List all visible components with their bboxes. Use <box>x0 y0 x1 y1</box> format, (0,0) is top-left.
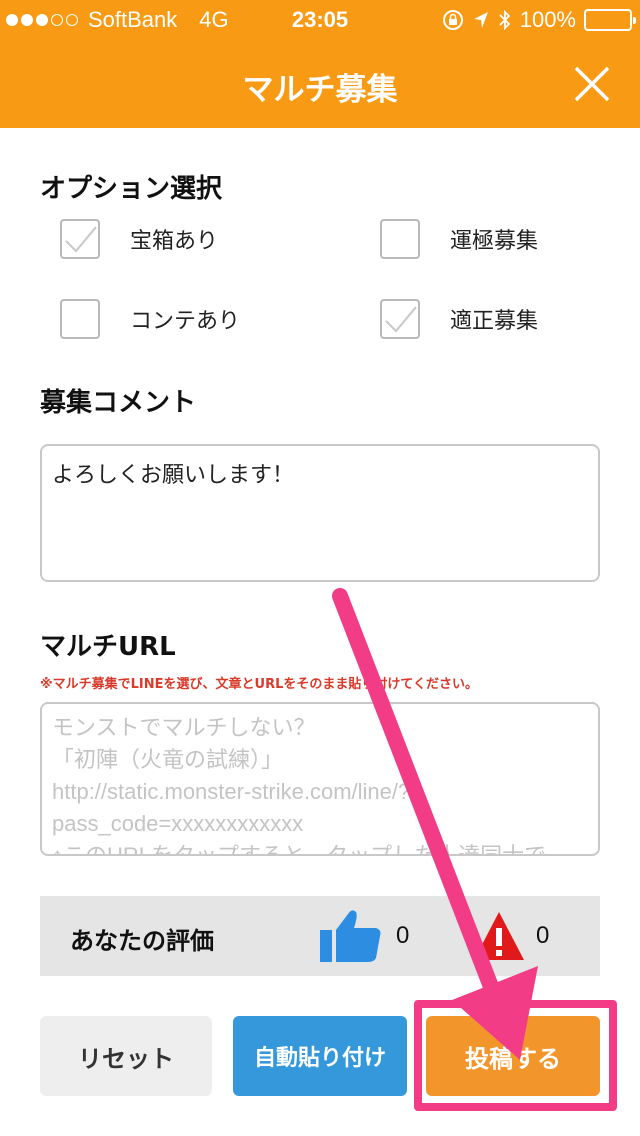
nav-bar: マルチ募集 <box>0 40 640 128</box>
checkbox-tekisei[interactable] <box>380 299 420 339</box>
multi-url-input[interactable]: モンストでマルチしない？ 「初陣（火竜の試練）」 http://static.m… <box>40 702 600 856</box>
checkbox-unkyoku[interactable] <box>380 219 420 259</box>
option-tekisei[interactable]: 適正募集 <box>380 299 620 339</box>
battery-icon <box>584 9 636 31</box>
status-right: 100% <box>442 7 636 33</box>
options-title: オプション選択 <box>40 174 223 204</box>
option-label: 適正募集 <box>450 309 539 334</box>
battery-percent: 100% <box>519 7 576 32</box>
multi-url-note: ※マルチ募集でLINEを選び、文章とURLをそのまま貼り付けてください。 <box>40 677 478 692</box>
option-label: コンテあり <box>130 309 241 334</box>
option-continue[interactable]: コンテあり <box>60 299 300 339</box>
good-count: 0 <box>396 922 410 949</box>
check-icon <box>385 306 417 333</box>
checkbox-continue[interactable] <box>60 299 100 339</box>
rating-bar: あなたの評価 0 0 <box>40 896 600 976</box>
comment-title: 募集コメント <box>40 388 197 418</box>
multi-url-title: マルチURL <box>40 632 176 662</box>
reset-button[interactable]: リセット <box>40 1016 212 1096</box>
rotation-lock-icon <box>442 10 463 30</box>
option-label: 運極募集 <box>450 229 539 254</box>
post-button[interactable]: 投稿する <box>426 1016 600 1096</box>
check-icon <box>65 226 97 253</box>
close-icon <box>574 66 610 102</box>
bluetooth-icon <box>499 9 510 31</box>
status-bar: SoftBank 4G 23:05 100% <box>0 0 640 40</box>
option-label: 宝箱あり <box>130 229 219 254</box>
bad-rating-icon[interactable] <box>472 910 526 962</box>
checkbox-treasure[interactable] <box>60 219 100 259</box>
close-button[interactable] <box>572 64 612 104</box>
thumbs-up-icon[interactable] <box>320 908 382 964</box>
comment-input[interactable]: よろしくお願いします！ <box>40 444 600 582</box>
option-unkyoku[interactable]: 運極募集 <box>380 219 620 259</box>
auto-paste-button[interactable]: 自動貼り付け <box>233 1016 407 1096</box>
page-title: マルチ募集 <box>242 72 398 108</box>
option-treasure[interactable]: 宝箱あり <box>60 219 300 259</box>
bad-count: 0 <box>536 922 550 949</box>
location-icon <box>473 12 488 28</box>
rating-label: あなたの評価 <box>70 927 214 955</box>
